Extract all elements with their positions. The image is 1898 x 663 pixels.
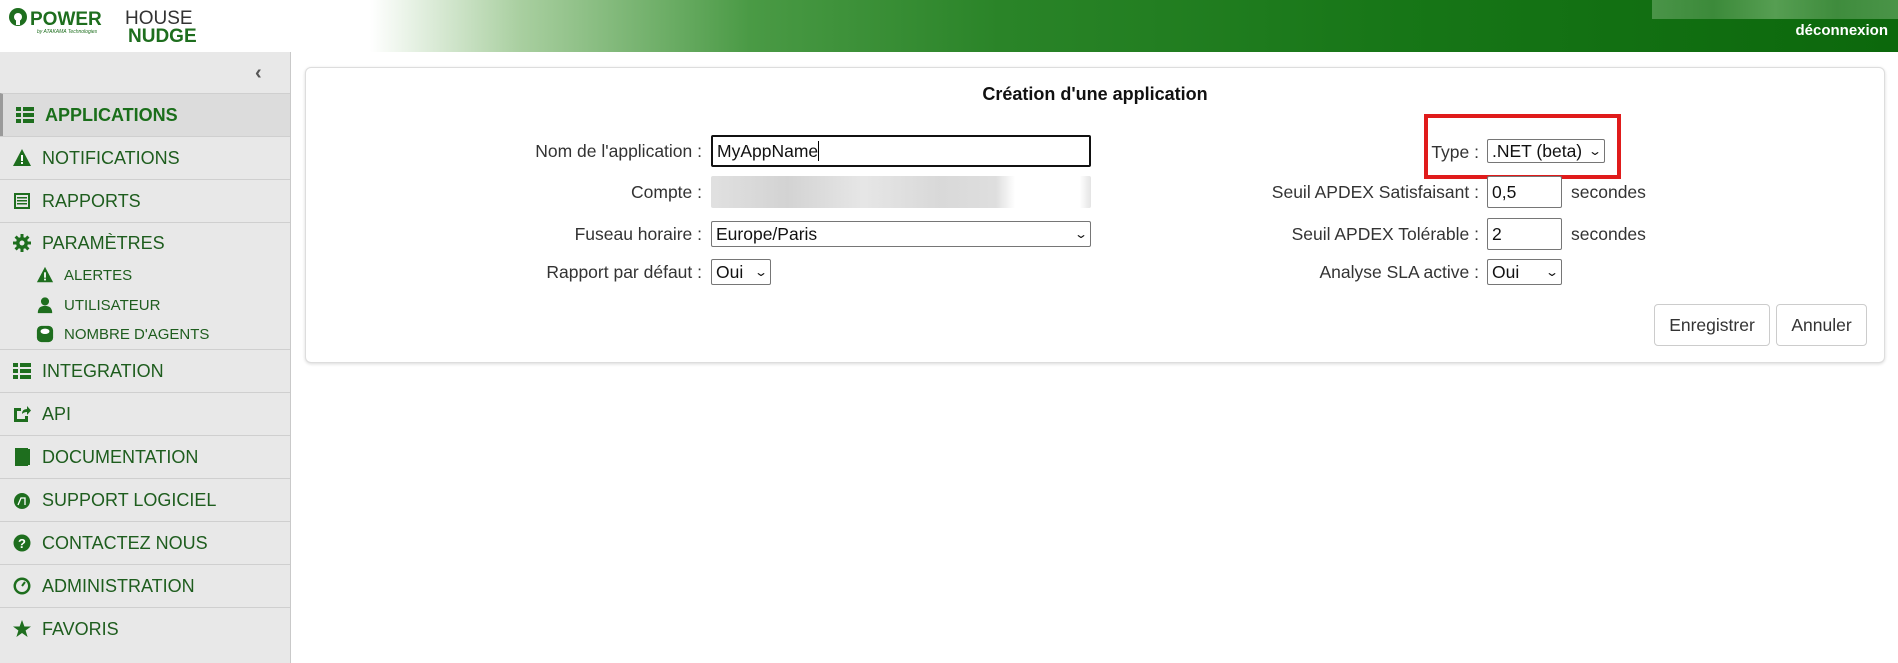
type-select[interactable]: .NET (beta) ⌄ [1487,139,1605,163]
chevron-down-icon: ⌄ [1544,265,1560,279]
create-application-card: Création d'une application [305,67,1885,363]
sidebar-item-favoris[interactable]: FAVORIS [0,607,290,650]
timezone-label: Fuseau horaire : [574,224,702,244]
default-report-select[interactable]: Oui ⌄ [711,259,771,285]
svg-text:by ATAKAMA Technologies: by ATAKAMA Technologies [37,29,98,35]
list-icon [15,105,35,125]
sidebar-item-label: PARAMÈTRES [42,233,165,253]
default-report-label: Rapport par défaut : [546,262,702,282]
powerhouse-nudge-logo: POWER HOUSE by ATAKAMA Technologies NUDG… [9,8,197,44]
page-title: Création d'une application [982,84,1208,104]
apdex-satisfying-value: 0,5 [1492,181,1517,202]
sidebar-item-label: NOTIFICATIONS [42,147,180,168]
apdex-tolerable-value: 2 [1492,223,1502,244]
sidebar-subitem-label: ALERTES [64,266,133,284]
list-icon [12,361,32,381]
apdex-satisfying-input[interactable]: 0,5 [1487,176,1562,208]
account-select-redacted[interactable] [711,176,1091,208]
type-value: .NET (beta) [1492,140,1583,161]
timezone-select[interactable]: Europe/Paris ⌄ [711,221,1091,247]
warning-icon [36,266,54,284]
user-icon [36,296,54,314]
sidebar-subitem-utilisateur[interactable]: UTILISATEUR [36,296,160,314]
sidebar-item-label: CONTACTEZ NOUS [42,532,208,553]
text-cursor [818,141,820,161]
sidebar-subitem-alertes[interactable]: ALERTES [36,266,132,284]
chevron-down-icon: ⌄ [1587,144,1603,158]
chevron-down-icon: ⌄ [753,265,769,279]
apdex-tolerable-label: Seuil APDEX Tolérable : [1291,224,1479,244]
dashboard-icon [12,576,32,596]
apdex-tolerable-input[interactable]: 2 [1487,218,1562,250]
sidebar-item-label: ADMINISTRATION [42,575,195,596]
svg-text:NUDGE: NUDGE [128,26,197,44]
sidebar-item-notifications[interactable]: NOTIFICATIONS [0,136,290,179]
sla-label: Analyse SLA active : [1319,262,1479,282]
seconds-unit: secondes [1571,224,1646,244]
support-icon [12,490,32,510]
collapse-sidebar-icon[interactable]: ‹ [255,62,262,85]
sidebar-item-label: APPLICATIONS [45,104,178,125]
cancel-button[interactable]: Annuler [1776,304,1867,346]
sidebar-item-administration[interactable]: ADMINISTRATION [0,564,290,607]
svg-text:POWER: POWER [30,9,102,30]
seconds-unit: secondes [1571,182,1646,202]
user-info-redacted [1652,0,1898,19]
sidebar-item-label: SUPPORT LOGICIEL [42,489,217,510]
star-icon [12,619,32,639]
sidebar-subitem-label: NOMBRE D'AGENTS [64,325,210,343]
app-name-label: Nom de l'application : [535,141,702,161]
sidebar-subitem-label: UTILISATEUR [64,296,161,314]
apdex-satisfying-label: Seuil APDEX Satisfaisant : [1271,182,1479,202]
warning-icon [12,148,32,168]
header: POWER HOUSE by ATAKAMA Technologies NUDG… [0,0,1898,52]
app-name-input[interactable]: MyAppName [711,135,1091,167]
book-icon [12,447,32,467]
sidebar-item-rapports[interactable]: RAPPORTS [0,179,290,222]
account-label: Compte : [631,182,702,202]
timezone-value: Europe/Paris [716,223,818,244]
sidebar-item-contactez-nous[interactable]: ? CONTACTEZ NOUS [0,521,290,564]
app-name-value: MyAppName [717,140,819,161]
sla-select[interactable]: Oui ⌄ [1487,259,1562,285]
type-label: Type : [1431,142,1479,162]
sla-value: Oui [1492,261,1520,282]
sidebar-item-label: INTEGRATION [42,360,164,381]
chevron-down-icon: ⌄ [1073,227,1089,241]
sidebar-item-integration[interactable]: INTEGRATION [0,349,290,392]
agent-icon [36,325,54,343]
sidebar-item-label: FAVORIS [42,618,119,639]
sidebar-item-support-logiciel[interactable]: SUPPORT LOGICIEL [0,478,290,521]
sidebar-subitem-nombre-agents[interactable]: NOMBRE D'AGENTS [36,325,209,343]
sidebar-item-label: DOCUMENTATION [42,446,199,467]
default-report-value: Oui [716,261,744,282]
question-icon: ? [12,533,32,553]
sidebar: ‹ APPLICATIONS NOTIFICATIONS RAPPORTS PA… [0,52,291,663]
save-button[interactable]: Enregistrer [1654,304,1770,346]
sidebar-item-api[interactable]: API [0,392,290,435]
sidebar-item-documentation[interactable]: DOCUMENTATION [0,435,290,478]
logout-link[interactable]: déconnexion [1795,22,1888,39]
share-icon [12,404,32,424]
sidebar-item-label: API [42,403,72,424]
sidebar-item-label: RAPPORTS [42,190,141,211]
svg-text:?: ? [18,536,26,551]
sidebar-item-applications[interactable]: APPLICATIONS [0,93,290,136]
gear-icon [12,233,32,253]
report-icon [12,191,32,211]
